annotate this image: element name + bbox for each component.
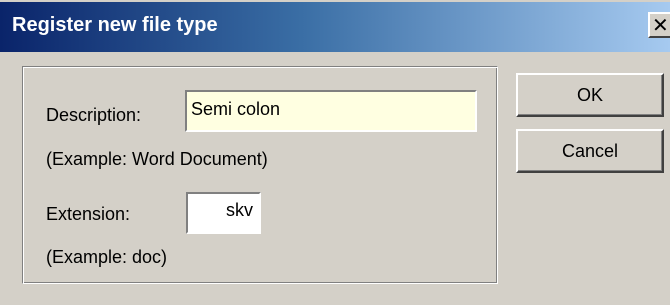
- title-bar[interactable]: Register new file type ✕: [0, 2, 670, 52]
- dialog-title: Register new file type: [12, 14, 218, 36]
- cancel-button[interactable]: Cancel: [516, 129, 664, 173]
- description-example: (Example: Word Document): [46, 149, 268, 169]
- register-file-type-dialog: Register new file type ✕ Description: Se…: [0, 0, 670, 305]
- ok-button[interactable]: OK: [516, 73, 664, 117]
- extension-field[interactable]: skv: [186, 192, 261, 234]
- description-field[interactable]: Semi colon: [185, 90, 477, 132]
- close-icon: ✕: [652, 13, 669, 37]
- description-label: Description:: [46, 105, 142, 125]
- extension-label: Extension:: [46, 204, 131, 224]
- close-button[interactable]: ✕: [648, 12, 670, 38]
- extension-example: (Example: doc): [46, 247, 168, 267]
